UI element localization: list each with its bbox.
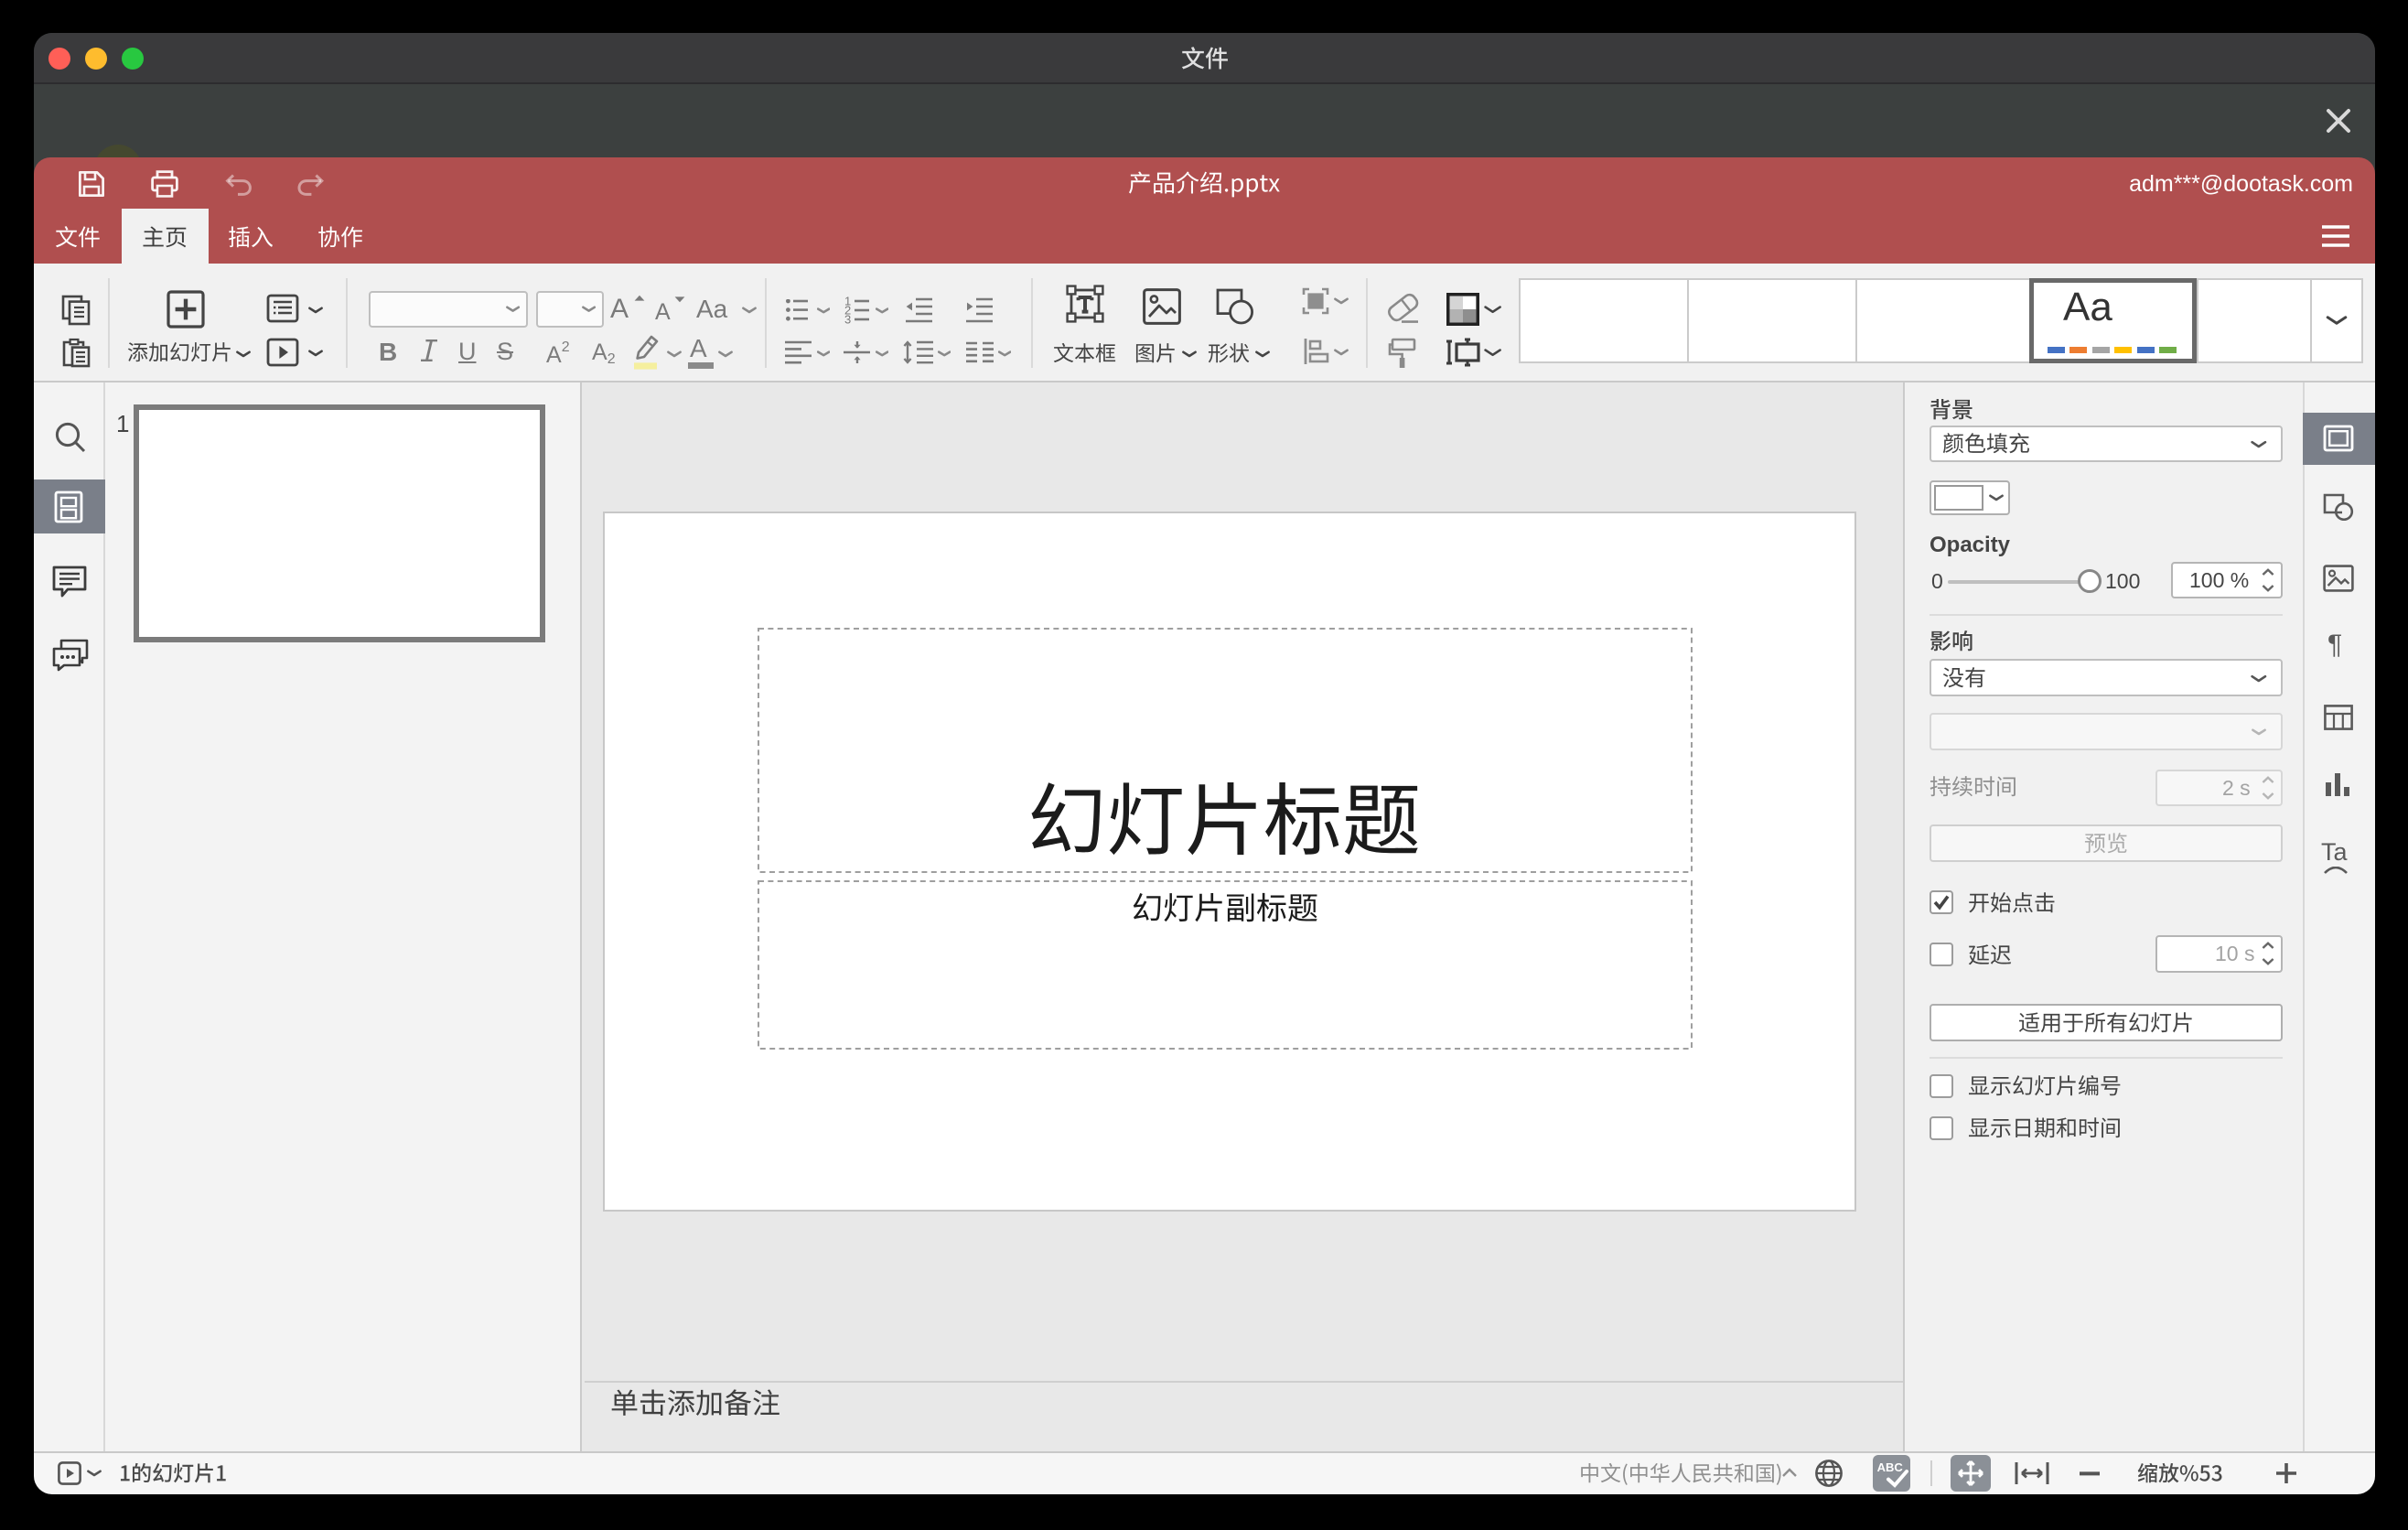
svg-text:ABC: ABC (1877, 1460, 1904, 1474)
svg-text:3: 3 (844, 312, 851, 326)
